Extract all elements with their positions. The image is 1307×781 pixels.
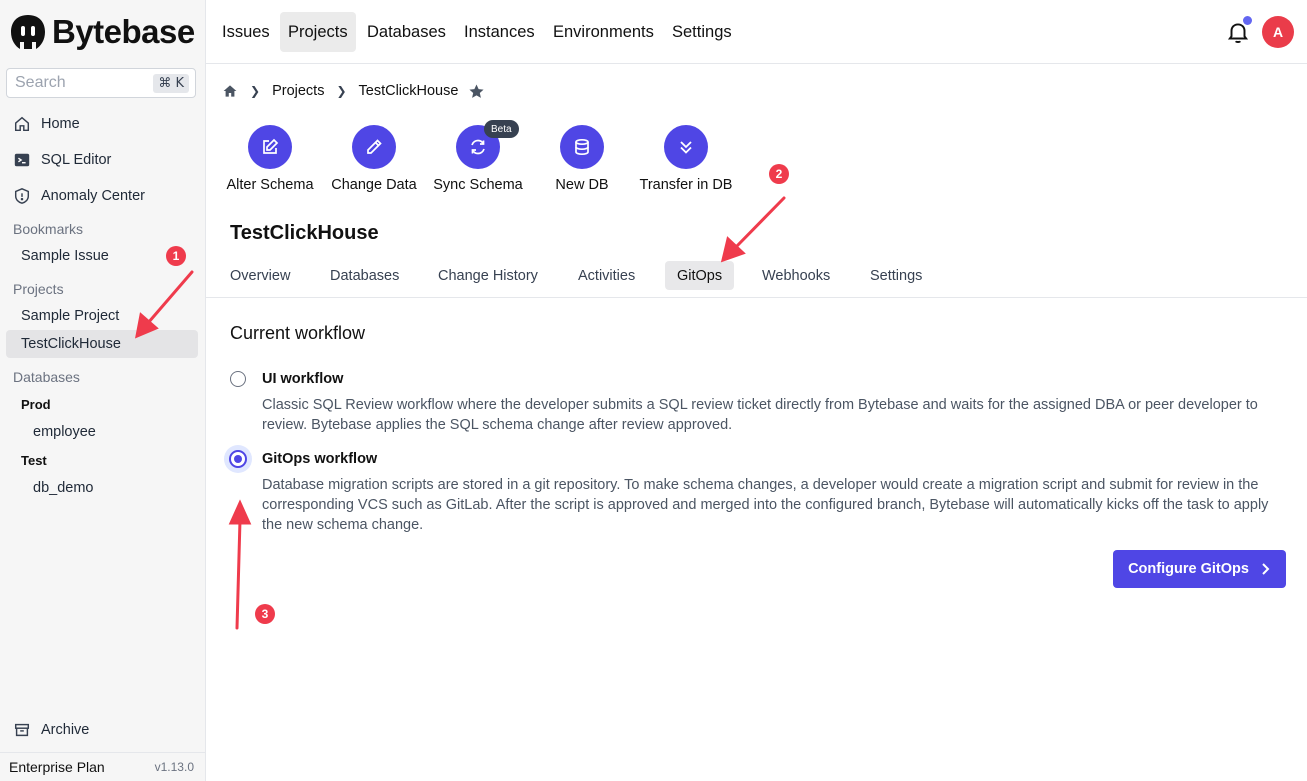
projects-heading: Projects <box>13 281 64 297</box>
tab-gitops[interactable]: GitOps <box>665 261 735 290</box>
sidebar-item-anomaly-center[interactable]: Anomaly Center <box>6 181 198 211</box>
quick-action-alter-schema[interactable]: Alter Schema <box>215 125 325 193</box>
brand-name: Bytebase <box>52 13 195 50</box>
sidebar-item-label: Home <box>41 116 80 132</box>
search-shortcut: ⌘ K <box>153 73 189 93</box>
notification-dot <box>1243 16 1252 25</box>
topnav-databases[interactable]: Databases <box>359 12 454 52</box>
database-item[interactable]: db_demo <box>33 480 93 496</box>
annotation-arrow-2 <box>733 196 786 250</box>
quick-action-label: Alter Schema <box>226 177 314 193</box>
annotation-step-2: 2 <box>769 164 789 184</box>
bookmarks-heading: Bookmarks <box>13 221 84 237</box>
annotation-step-3: 3 <box>255 604 275 624</box>
tab-activities[interactable]: Activities <box>566 261 647 290</box>
quick-action-new-db[interactable]: New DB <box>527 125 637 193</box>
annotation-arrowhead-2 <box>720 236 746 263</box>
chevron-right-icon: ❯ <box>336 84 347 98</box>
environment-label[interactable]: Test <box>21 453 47 468</box>
avatar[interactable]: A <box>1262 16 1294 48</box>
breadcrumb: ❯ Projects ❯ TestClickHouse <box>222 81 485 101</box>
annotation-arrow-3 <box>235 518 242 630</box>
chevron-right-icon: ❯ <box>250 84 261 98</box>
databases-heading: Databases <box>13 369 80 385</box>
search-placeholder: Search <box>15 74 66 91</box>
ui-workflow-radio[interactable] <box>230 371 246 387</box>
sidebar-item-sql-editor[interactable]: SQL Editor <box>6 145 198 175</box>
gitops-workflow-description: Database migration scripts are stored in… <box>262 477 1269 533</box>
tab-settings[interactable]: Settings <box>858 261 934 290</box>
tab-databases[interactable]: Databases <box>318 261 411 290</box>
workflow-heading: Current workflow <box>230 323 366 343</box>
beta-badge: Beta <box>484 120 519 138</box>
bytebase-logo-icon <box>11 15 45 49</box>
shield-icon <box>14 188 30 204</box>
sidebar: Bytebase Search ⌘ K Home SQL Editor Anom… <box>0 0 206 781</box>
configure-gitops-button[interactable]: Configure GitOps <box>1113 550 1286 588</box>
pencil-icon <box>367 139 382 154</box>
edit-icon <box>263 138 279 154</box>
tab-overview[interactable]: Overview <box>218 261 302 290</box>
chevron-right-icon <box>1262 563 1270 575</box>
star-icon[interactable] <box>468 83 485 100</box>
annotation-step-1: 1 <box>166 246 186 266</box>
sidebar-footer: Enterprise Plan v1.13.0 <box>0 752 206 781</box>
sidebar-item-label: Anomaly Center <box>41 188 145 204</box>
quick-action-change-data[interactable]: Change Data <box>319 125 429 193</box>
sidebar-project-item[interactable]: Sample Project <box>6 302 198 330</box>
home-icon[interactable] <box>222 83 238 99</box>
database-item[interactable]: employee <box>33 424 96 440</box>
quick-action-label: Transfer in DB <box>639 177 733 193</box>
chevrons-down-icon <box>680 141 692 154</box>
topnav-settings[interactable]: Settings <box>664 12 740 52</box>
sidebar-item-home[interactable]: Home <box>6 109 198 139</box>
sidebar-project-item-active[interactable]: TestClickHouse <box>6 330 198 358</box>
environment-label[interactable]: Prod <box>21 397 51 412</box>
annotation-arrowhead-3 <box>228 499 252 525</box>
terminal-icon <box>14 153 30 167</box>
gitops-workflow-title[interactable]: GitOps workflow <box>262 451 377 467</box>
breadcrumb-current: TestClickHouse <box>358 83 459 99</box>
sidebar-item-label: Archive <box>41 722 90 738</box>
tab-webhooks[interactable]: Webhooks <box>750 261 842 290</box>
archive-icon <box>14 723 30 737</box>
page-title: TestClickHouse <box>230 222 379 244</box>
version-label: v1.13.0 <box>154 760 194 774</box>
topnav-issues[interactable]: Issues <box>214 12 278 52</box>
breadcrumb-projects[interactable]: Projects <box>272 83 324 99</box>
sidebar-item-label: SQL Editor <box>41 152 112 168</box>
quick-action-label: Sync Schema <box>433 177 523 193</box>
database-icon <box>575 138 589 156</box>
quick-action-transfer-in-db[interactable]: Transfer in DB <box>631 125 741 193</box>
topnav-projects[interactable]: Projects <box>280 12 356 52</box>
top-navigation: Issues Projects Databases Instances Envi… <box>206 0 1307 64</box>
topnav-environments[interactable]: Environments <box>545 12 662 52</box>
tab-divider <box>206 297 1307 298</box>
configure-gitops-label: Configure GitOps <box>1128 561 1249 577</box>
topnav-instances[interactable]: Instances <box>456 12 543 52</box>
home-icon <box>14 116 30 132</box>
plan-label[interactable]: Enterprise Plan <box>9 759 105 775</box>
tab-change-history[interactable]: Change History <box>426 261 550 290</box>
search-input[interactable]: Search ⌘ K <box>6 68 196 98</box>
quick-action-label: Change Data <box>331 177 417 193</box>
ui-workflow-title[interactable]: UI workflow <box>262 371 343 387</box>
refresh-icon <box>471 139 485 155</box>
gitops-workflow-radio[interactable] <box>229 450 247 468</box>
ui-workflow-description: Classic SQL Review workflow where the de… <box>262 397 1258 433</box>
quick-action-label: New DB <box>555 177 609 193</box>
bytebase-logo[interactable]: Bytebase <box>8 12 195 52</box>
sidebar-item-archive[interactable]: Archive <box>6 715 198 745</box>
